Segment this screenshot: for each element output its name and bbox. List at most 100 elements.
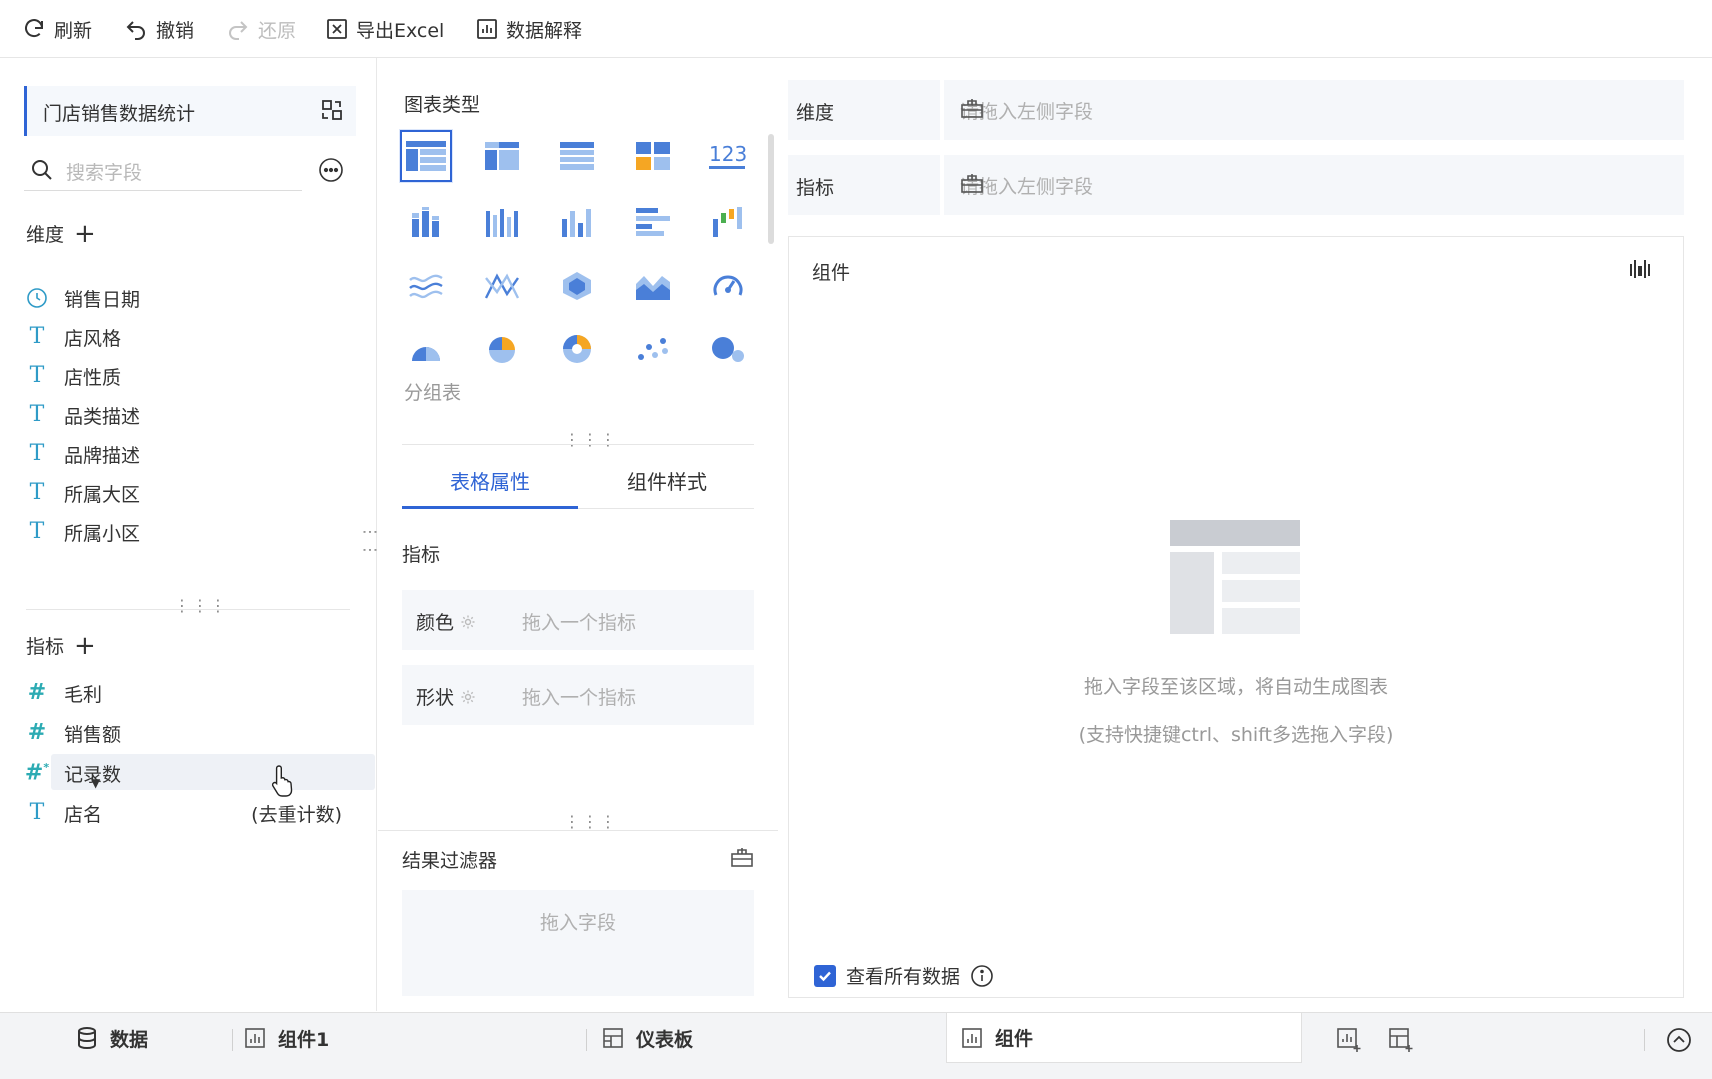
number-type-icon: #*: [24, 760, 50, 786]
stacked-column-icon[interactable]: [400, 196, 452, 248]
hand-cursor-icon: [270, 764, 296, 798]
switch-dataset-icon[interactable]: [320, 98, 344, 122]
chart-settings-icon[interactable]: [1628, 258, 1652, 280]
add-dashboard-icon[interactable]: [1388, 1027, 1414, 1053]
chart-divider: [402, 444, 754, 445]
grouped-table-icon[interactable]: [400, 130, 452, 182]
shape-label: 形状: [416, 687, 455, 709]
radar-chart-icon[interactable]: [551, 260, 603, 312]
color-drop-zone[interactable]: 颜色 拖入一个指标: [402, 590, 754, 650]
show-all-label: 查看所有数据: [846, 966, 961, 988]
column-chart-icon[interactable]: [551, 196, 603, 248]
metric-field[interactable]: T 店名 (去重计数): [24, 795, 350, 831]
half-pie-icon[interactable]: [400, 323, 452, 375]
info-icon[interactable]: [970, 964, 994, 988]
number-icon[interactable]: 123: [702, 130, 754, 182]
dimension-field[interactable]: T 店性质: [24, 358, 350, 394]
tab-dashboard[interactable]: 仪表板: [602, 1013, 693, 1063]
clock-icon: [24, 287, 50, 309]
toolbar: 刷新 撤销 还原 导出Excel 数据解释: [0, 0, 1712, 58]
add-component-icon[interactable]: [1336, 1027, 1362, 1053]
dimension-section-title: 维度 +: [26, 220, 96, 247]
dimension-field[interactable]: T 店风格: [24, 319, 350, 355]
chart-resize-handle[interactable]: ⋮⋮⋮: [564, 432, 618, 448]
line-chart-icon[interactable]: [400, 260, 452, 312]
rose-chart-icon[interactable]: [551, 323, 603, 375]
show-all-checkbox[interactable]: [814, 964, 836, 987]
panel-resize-handle[interactable]: ⋮⋮: [361, 524, 380, 560]
empty-table-illustration: [1170, 520, 1300, 634]
more-options-icon[interactable]: [318, 157, 344, 183]
dataset-name: 门店销售数据统计: [43, 103, 196, 125]
metric-field[interactable]: # 毛利: [24, 675, 350, 711]
add-dimension-icon[interactable]: +: [74, 221, 96, 247]
gauge-chart-icon[interactable]: [702, 260, 754, 312]
settings-icon[interactable]: [460, 614, 476, 630]
metric-section-title: 指标 +: [26, 632, 96, 659]
area-chart-icon[interactable]: [627, 260, 679, 312]
active-tab-indicator: [402, 506, 578, 509]
shape-drop-zone[interactable]: 形状 拖入一个指标: [402, 665, 754, 725]
bottom-tab-bar: 数据 组件1 仪表板 组件: [0, 1012, 1712, 1079]
dimension-field[interactable]: T 所属大区: [24, 475, 350, 511]
kpi-card-icon[interactable]: [627, 130, 679, 182]
add-metric-icon[interactable]: +: [74, 633, 96, 659]
dataset-selector[interactable]: 门店销售数据统计: [24, 86, 356, 136]
collapse-up-icon[interactable]: [1666, 1027, 1692, 1053]
dimension-drop-zone[interactable]: 请拖入左侧字段: [944, 80, 1684, 140]
metric-field[interactable]: # 销售额: [24, 715, 350, 751]
waterfall-chart-icon[interactable]: [702, 196, 754, 248]
text-type-icon: T: [29, 324, 45, 349]
redo-button[interactable]: 还原: [226, 14, 296, 44]
cross-table-icon[interactable]: [476, 130, 528, 182]
metric-row-label-cell: 指标: [788, 155, 940, 215]
chart-grid-scrollbar[interactable]: [768, 134, 774, 244]
dimension-field[interactable]: T 所属小区: [24, 514, 350, 550]
svg-text:123: 123: [709, 142, 747, 166]
search-placeholder: 搜索字段: [66, 162, 143, 184]
dimension-field[interactable]: T 品牌描述: [24, 436, 350, 472]
multi-line-icon[interactable]: [476, 260, 528, 312]
shape-placeholder: 拖入一个指标: [522, 687, 637, 709]
filter-drop-zone[interactable]: 拖入字段: [402, 890, 754, 996]
dimension-field[interactable]: 销售日期: [24, 280, 350, 316]
section-divider: [26, 609, 350, 610]
refresh-label: 刷新: [54, 19, 93, 42]
undo-label: 撤销: [156, 19, 195, 42]
metric-field[interactable]: #* 记录数 ▼: [24, 754, 375, 791]
tab-data-label: 数据: [110, 1028, 149, 1051]
text-type-icon: T: [29, 800, 45, 825]
search-field[interactable]: 搜索字段: [24, 150, 302, 191]
tab-widget1[interactable]: 组件1: [244, 1013, 329, 1063]
tab-table-properties[interactable]: 表格属性: [450, 466, 530, 495]
bar-chart-icon[interactable]: [627, 196, 679, 248]
refresh-icon: [22, 17, 46, 41]
filter-dropzone-icon[interactable]: [730, 846, 754, 868]
tab-component-style[interactable]: 组件样式: [627, 466, 707, 495]
bubble-chart-icon[interactable]: [702, 323, 754, 375]
field-label: 店风格: [64, 327, 122, 350]
filter-resize-handle[interactable]: ⋮⋮⋮: [564, 814, 618, 830]
multi-column-icon[interactable]: [476, 196, 528, 248]
tab-component[interactable]: 组件: [946, 1013, 1302, 1063]
detail-table-icon[interactable]: [551, 130, 603, 182]
settings-icon[interactable]: [460, 689, 476, 705]
tab-dashboard-label: 仪表板: [636, 1028, 694, 1051]
refresh-button[interactable]: 刷新: [22, 14, 92, 44]
undo-button[interactable]: 撤销: [124, 14, 194, 44]
dropdown-arrow-icon[interactable]: ▼: [91, 776, 100, 790]
export-excel-button[interactable]: 导出Excel: [326, 14, 444, 44]
metric-drop-zone[interactable]: 请拖入左侧字段: [944, 155, 1684, 215]
dimension-row-label-cell: 维度: [788, 80, 940, 140]
undo-icon: [124, 17, 148, 41]
dimension-field[interactable]: T 品类描述: [24, 397, 350, 433]
pie-chart-icon[interactable]: [476, 323, 528, 375]
show-all-data-toggle[interactable]: 查看所有数据: [814, 962, 994, 989]
dropzone-settings-icon[interactable]: [960, 172, 1666, 194]
tab-widget1-label: 组件1: [278, 1028, 330, 1051]
text-type-icon: T: [29, 519, 45, 544]
data-explain-button[interactable]: 数据解释: [476, 14, 582, 44]
dropzone-settings-icon[interactable]: [960, 97, 1666, 119]
tab-data[interactable]: 数据: [76, 1013, 148, 1063]
scatter-chart-icon[interactable]: [627, 323, 679, 375]
